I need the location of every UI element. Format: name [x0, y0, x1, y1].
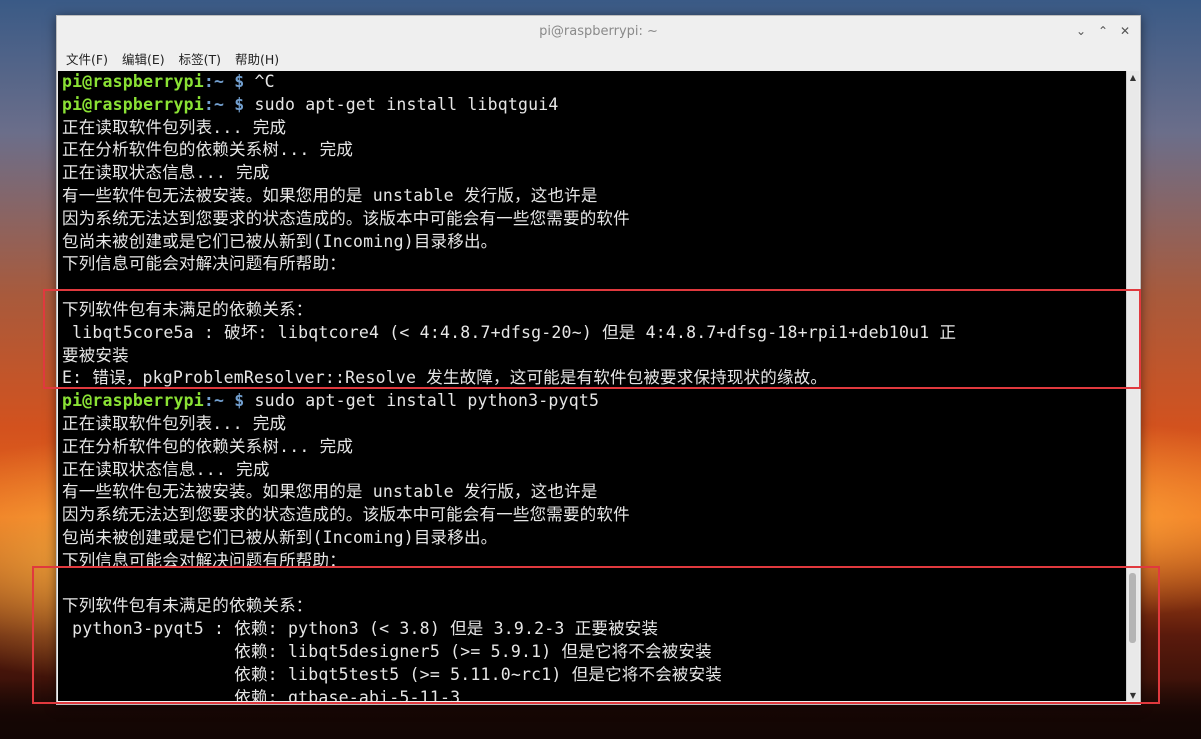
- menu-help[interactable]: 帮助(H): [234, 47, 280, 70]
- prompt-user: pi@raspberrypi: [62, 391, 204, 411]
- terminal-output-line: 下列软件包有未满足的依赖关系：: [62, 299, 313, 319]
- prompt-command: sudo apt-get install libqtgui4: [254, 94, 559, 114]
- prompt-command: sudo apt-get install python3-pyqt5: [254, 391, 600, 411]
- terminal-prompt-line: pi@raspberrypi:~ $ sudo apt-get install …: [62, 390, 1126, 413]
- window-title: pi@raspberrypi: ~: [539, 23, 658, 39]
- terminal-output-line: 正在读取软件包列表... 完成: [62, 117, 287, 137]
- scroll-up-arrow-icon[interactable]: ▲: [1127, 71, 1139, 83]
- menu-bar: 文件(F) 编辑(E) 标签(T) 帮助(H): [57, 46, 1140, 70]
- terminal-output-line: 有一些软件包无法被安装。如果您用的是 unstable 发行版，这也许是: [62, 482, 598, 502]
- scroll-down-arrow-icon[interactable]: ▼: [1127, 689, 1139, 701]
- terminal-output-line: 下列信息可能会对解决问题有所帮助：: [62, 254, 346, 274]
- prompt-path: :~ $: [203, 391, 255, 411]
- terminal-output-line: 依赖: libqt5test5 (>= 5.11.0~rc1) 但是它将不会被安…: [62, 664, 722, 684]
- terminal-prompt-line: pi@raspberrypi:~ $ sudo apt-get install …: [62, 94, 1126, 117]
- close-button[interactable]: ✕: [1116, 22, 1134, 40]
- vertical-scrollbar[interactable]: ▲ ▼: [1126, 71, 1139, 701]
- terminal-output-line: 因为系统无法达到您要求的状态造成的。该版本中可能会有一些您需要的软件: [62, 505, 630, 525]
- minimize-button[interactable]: ⌄: [1072, 22, 1090, 40]
- terminal-output-line: 下列信息可能会对解决问题有所帮助：: [62, 550, 346, 570]
- prompt-path: :~ $: [203, 72, 255, 91]
- prompt-command: ^C: [254, 72, 275, 91]
- prompt-user: pi@raspberrypi: [62, 72, 204, 91]
- terminal-output-line: 包尚未被创建或是它们已被从新到(Incoming)目录移出。: [62, 527, 498, 547]
- terminal-output-line: 正在读取状态信息... 完成: [62, 163, 270, 183]
- terminal-output-line: 正在读取软件包列表... 完成: [62, 413, 287, 433]
- terminal-prompt-line: pi@raspberrypi:~ $ ^C: [62, 71, 1126, 94]
- terminal-output-line: [62, 573, 1126, 596]
- terminal-output-line: 有一些软件包无法被安装。如果您用的是 unstable 发行版，这也许是: [62, 185, 598, 205]
- terminal-output-line: libqt5core5a : 破坏: libqtcore4 (< 4:4.8.7…: [62, 322, 957, 342]
- title-bar: pi@raspberrypi: ~ ⌄ ⌃ ✕: [57, 16, 1140, 46]
- menu-tabs[interactable]: 标签(T): [178, 47, 222, 70]
- terminal-lines: pi@raspberrypi:~ $ ^C pi@raspberrypi:~ $ …: [58, 71, 1126, 701]
- prompt-path: :~ $: [203, 94, 255, 114]
- terminal-output-line: 正在分析软件包的依赖关系树... 完成: [62, 140, 354, 160]
- menu-edit[interactable]: 编辑(E): [121, 47, 166, 70]
- terminal-output-line: python3-pyqt5 : 依赖: python3 (< 3.8) 但是 3…: [62, 619, 659, 639]
- maximize-button[interactable]: ⌃: [1094, 22, 1112, 40]
- terminal-output-line: 包尚未被创建或是它们已被从新到(Incoming)目录移出。: [62, 231, 498, 251]
- window-controls: ⌄ ⌃ ✕: [1072, 22, 1134, 40]
- terminal-output-line: 要被安装: [62, 345, 129, 365]
- terminal-output-line: E: 错误，pkgProblemResolver::Resolve 发生故障，这…: [62, 368, 828, 388]
- terminal-output-line: 因为系统无法达到您要求的状态造成的。该版本中可能会有一些您需要的软件: [62, 208, 630, 228]
- prompt-user: pi@raspberrypi: [62, 94, 204, 114]
- terminal-output-line: 依赖: qtbase-abi-5-11-3: [62, 687, 461, 701]
- menu-file[interactable]: 文件(F): [65, 47, 109, 70]
- terminal-output-line: 正在分析软件包的依赖关系树... 完成: [62, 436, 354, 456]
- terminal-output-line: 正在读取状态信息... 完成: [62, 459, 270, 479]
- terminal-output-line: 下列软件包有未满足的依赖关系：: [62, 596, 313, 616]
- scroll-thumb[interactable]: [1129, 573, 1136, 643]
- terminal-window: pi@raspberrypi: ~ ⌄ ⌃ ✕ 文件(F) 编辑(E) 标签(T…: [56, 15, 1141, 705]
- terminal-output-line: 依赖: libqt5designer5 (>= 5.9.1) 但是它将不会被安装: [62, 641, 712, 661]
- terminal-output[interactable]: pi@raspberrypi:~ $ ^C pi@raspberrypi:~ $ …: [58, 71, 1126, 701]
- terminal-output-line: [62, 276, 1126, 299]
